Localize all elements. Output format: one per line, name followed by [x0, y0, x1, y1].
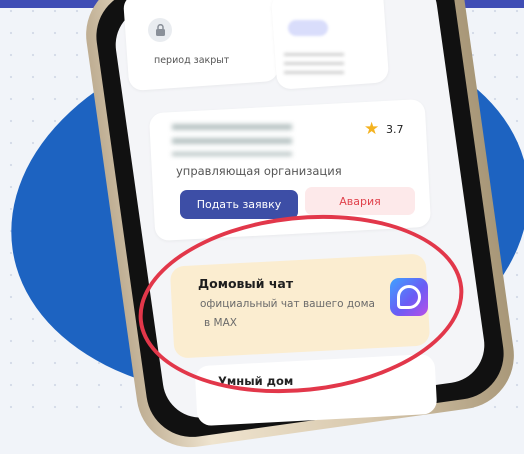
- blurred-payment-note: [284, 53, 344, 75]
- lock-icon-glyph: [155, 24, 165, 36]
- payment-card[interactable]: [270, 0, 390, 90]
- rating-value: 3.7: [386, 123, 404, 136]
- submit-request-button[interactable]: Подать заявку: [180, 190, 298, 219]
- period-status: период закрыт: [154, 55, 230, 66]
- star-icon: ★: [364, 119, 380, 139]
- blurred-organization-name: [172, 124, 292, 156]
- period-card[interactable]: [122, 0, 280, 92]
- blurred-amount-pill: [288, 20, 328, 36]
- organization-role: управляющая организация: [176, 164, 342, 178]
- lock-icon: [148, 18, 172, 42]
- emergency-button[interactable]: Авария: [305, 187, 415, 215]
